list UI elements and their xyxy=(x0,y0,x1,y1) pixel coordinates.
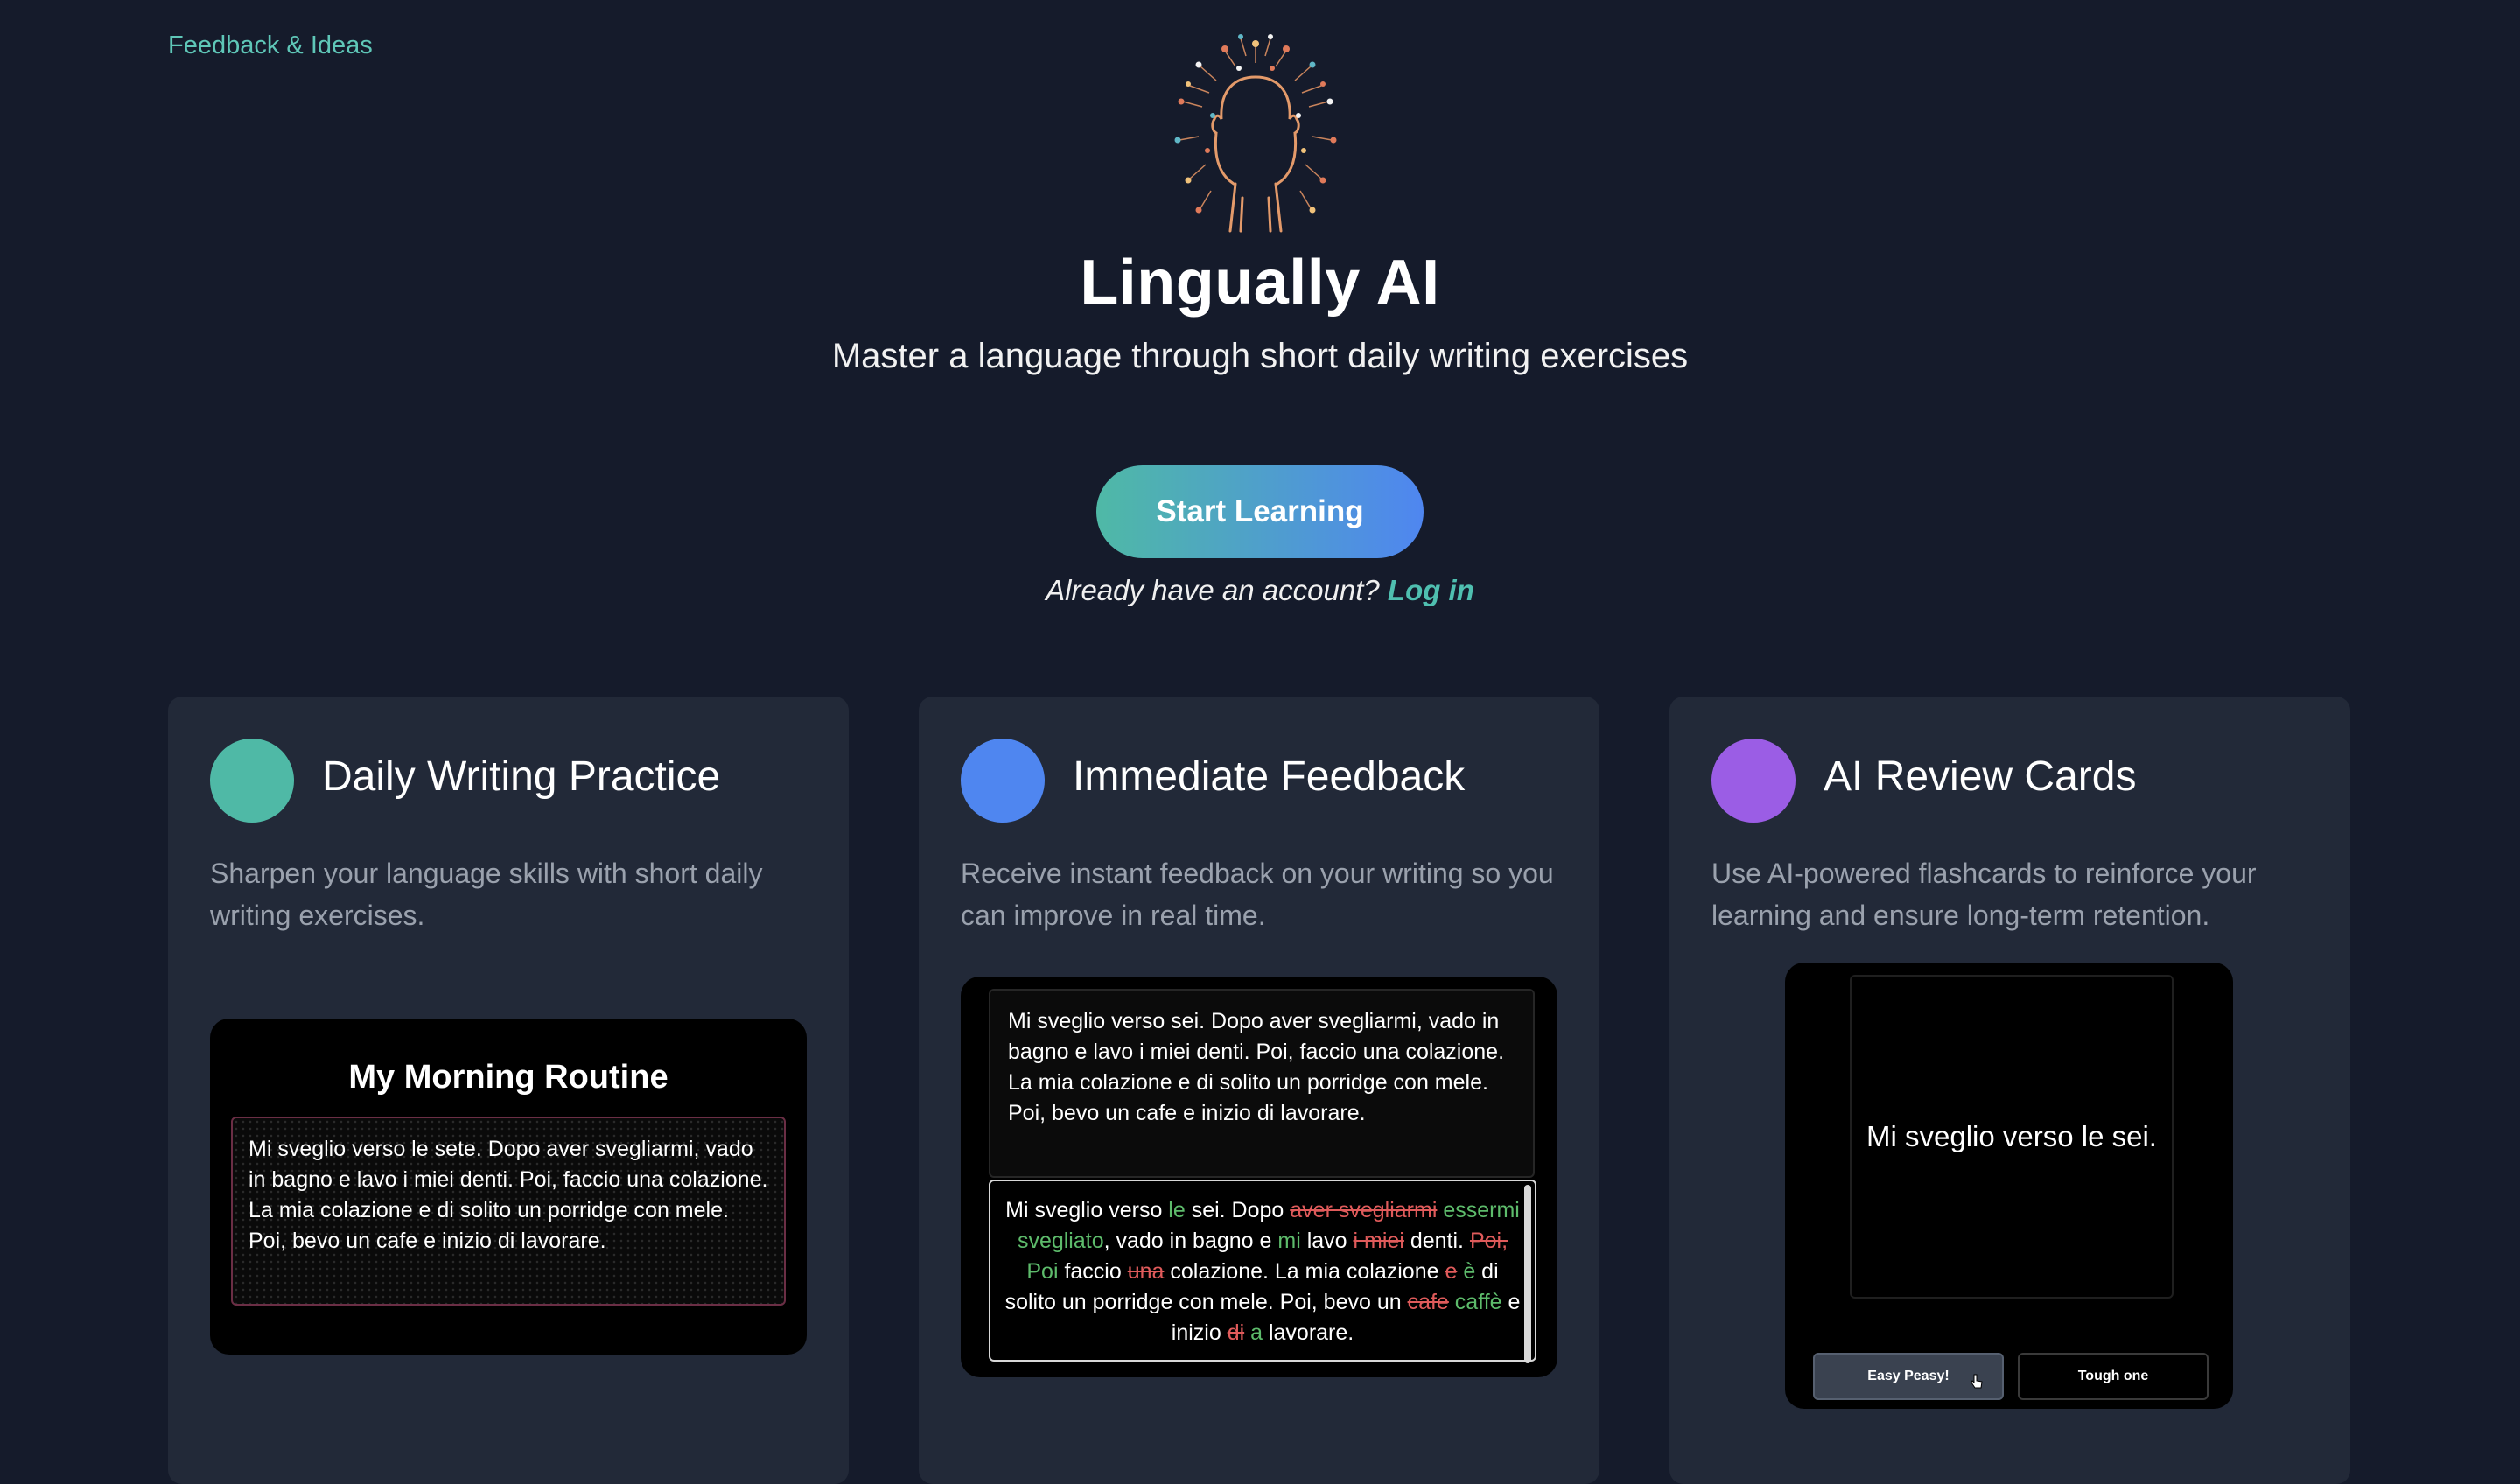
inserted-text: è xyxy=(1463,1259,1476,1284)
unchanged-text: faccio xyxy=(1058,1259,1128,1284)
scrollbar[interactable] xyxy=(1524,1185,1531,1363)
feature-description: Receive instant feedback on your writing… xyxy=(961,858,1554,931)
writing-demo: My Morning Routine Mi sveglio verso le s… xyxy=(210,1018,807,1354)
tough-button[interactable]: Tough one xyxy=(2018,1353,2208,1400)
unchanged-text: colazione. La mia colazione xyxy=(1164,1259,1446,1284)
inserted-text: Poi xyxy=(1026,1259,1059,1284)
app-title: Lingually AI xyxy=(1080,248,1440,318)
unchanged-text xyxy=(1449,1290,1455,1314)
deleted-text: una xyxy=(1127,1259,1165,1284)
head-with-neural-network-icon xyxy=(1174,34,1337,233)
feature-description: Use AI-powered flashcards to reinforce y… xyxy=(1712,858,2257,931)
inserted-text: mi xyxy=(1278,1228,1301,1253)
feature-card-daily-writing: Daily Writing Practice Sharpen your lang… xyxy=(168,696,849,1484)
writing-demo-title: My Morning Routine xyxy=(348,1059,668,1096)
writing-textarea[interactable]: Mi sveglio verso le sete. Dopo aver sveg… xyxy=(231,1116,786,1306)
inserted-text: caffè xyxy=(1454,1290,1502,1314)
feature-card-immediate-feedback: Immediate Feedback Receive instant feedb… xyxy=(919,696,1600,1484)
app-subtitle: Master a language through short daily wr… xyxy=(831,337,1689,375)
deleted-text: i miei xyxy=(1353,1228,1404,1253)
flashcard[interactable]: Mi sveglio verso le sei. xyxy=(1850,975,2174,1298)
feature-title: Daily Writing Practice xyxy=(322,753,721,800)
unchanged-text: Mi sveglio verso xyxy=(1005,1198,1169,1222)
feedback-demo: Mi sveglio verso sei. Dopo aver svegliar… xyxy=(961,976,1558,1377)
unchanged-text: lavorare. xyxy=(1263,1320,1354,1345)
review-demo: Mi sveglio verso le sei. Easy Peasy! Tou… xyxy=(1785,962,2233,1409)
login-prompt: Already have an account? Log in xyxy=(0,574,2520,607)
unchanged-text: , vado in bagno e xyxy=(1103,1228,1278,1253)
start-learning-button[interactable]: Start Learning xyxy=(1096,466,1424,558)
deleted-text: Poi, xyxy=(1469,1228,1508,1253)
feedback-link[interactable]: Feedback & Ideas xyxy=(168,32,373,60)
unchanged-text: denti. xyxy=(1404,1228,1470,1253)
deleted-text: di xyxy=(1227,1320,1245,1345)
inserted-text: a xyxy=(1250,1320,1264,1345)
deleted-text: aver svegliarmi xyxy=(1290,1198,1438,1222)
feature-card-ai-review: AI Review Cards Use AI-powered flashcard… xyxy=(1670,696,2350,1484)
unchanged-text: lavo xyxy=(1300,1228,1354,1253)
feature-title: Immediate Feedback xyxy=(1073,753,1466,800)
feature-dot-icon xyxy=(1712,738,1796,822)
unchanged-text: sei. Dopo xyxy=(1185,1198,1291,1222)
account-prompt-text: Already have an account? xyxy=(1046,574,1380,606)
feature-title: AI Review Cards xyxy=(1824,753,2137,800)
deleted-text: cafe xyxy=(1407,1290,1449,1314)
deleted-text: e xyxy=(1445,1259,1458,1284)
original-text-box[interactable]: Mi sveglio verso sei. Dopo aver svegliar… xyxy=(989,989,1535,1178)
feature-description: Sharpen your language skills with short … xyxy=(210,858,763,931)
login-link[interactable]: Log in xyxy=(1388,574,1474,606)
feature-dot-icon xyxy=(210,738,294,822)
hand-cursor-icon xyxy=(1970,1374,1983,1389)
feature-dot-icon xyxy=(961,738,1045,822)
corrected-text-box: Mi sveglio verso le sei. Dopo aver svegl… xyxy=(989,1180,1536,1363)
inserted-text: le xyxy=(1168,1198,1186,1222)
